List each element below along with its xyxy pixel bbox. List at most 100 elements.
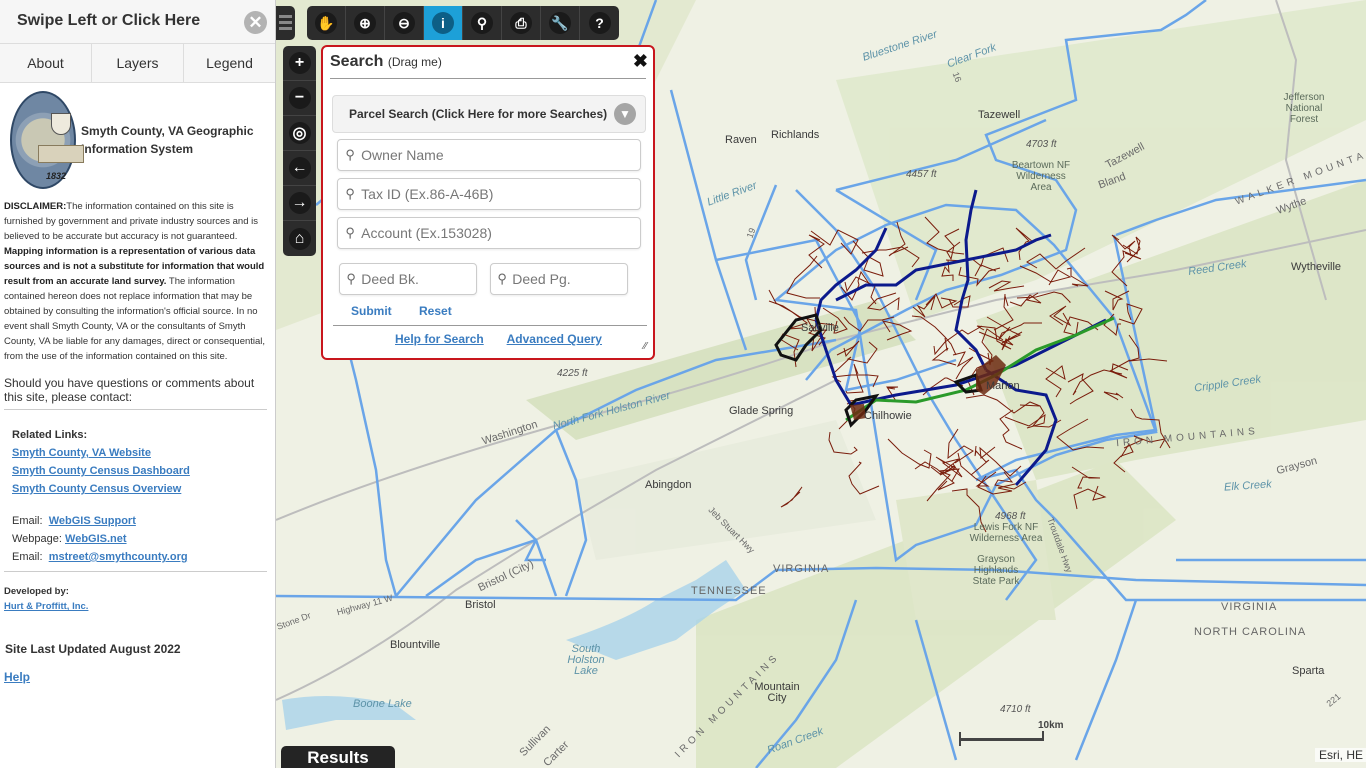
hand-icon: ✋ — [315, 12, 337, 34]
tool-pan-button[interactable]: ✋ — [307, 6, 346, 40]
contact-text: Should you have questions or comments ab… — [4, 376, 255, 404]
road-segment — [887, 438, 932, 469]
search-icon: ⚲ — [471, 12, 493, 34]
map-toolbar: ✋ ⊕ ⊖ i ⚲ ⎙ 🔧? — [307, 6, 619, 40]
link-help[interactable]: Help — [4, 670, 30, 684]
link-census-dashboard[interactable]: Smyth County Census Dashboard — [12, 462, 190, 480]
deed-page-field[interactable]: ⚲ — [490, 263, 628, 295]
scale-km-label: 10km — [1038, 720, 1064, 731]
nav-next-extent-button[interactable]: → — [283, 186, 316, 221]
print-icon: ⎙ — [510, 12, 532, 34]
reset-button[interactable]: Reset — [419, 304, 452, 318]
last-updated: Site Last Updated August 2022 — [5, 642, 181, 656]
search-icon: ⚲ — [346, 271, 356, 286]
divider — [4, 409, 267, 410]
arrow-right-icon: → — [288, 192, 311, 214]
deed-book-field[interactable]: ⚲ — [339, 263, 477, 295]
road-segment — [1122, 236, 1141, 263]
side-panel: Swipe Left or Click Here ✕ About Layers … — [0, 0, 276, 768]
account-input[interactable] — [361, 225, 640, 241]
search-dialog[interactable]: Search (Drag me) ✖ Parcel Search (Click … — [321, 45, 655, 360]
chevron-down-icon[interactable]: ▼ — [614, 103, 636, 125]
account-field[interactable]: ⚲ — [337, 217, 641, 249]
tax-id-input[interactable] — [361, 186, 640, 202]
seal-crest-icon — [51, 113, 71, 135]
tab-layers[interactable]: Layers — [92, 44, 184, 82]
link-county-website[interactable]: Smyth County, VA Website — [12, 444, 151, 462]
about-content: 1832 Smyth County, VA Geographic Informa… — [0, 91, 275, 684]
disclaimer-text-2: The information contained hereon does no… — [4, 276, 266, 362]
scale-bar: 10km — [958, 718, 1064, 758]
org-title: Smyth County, VA Geographic Information … — [81, 124, 254, 156]
hamburger-menu-icon[interactable] — [276, 6, 295, 40]
deed-book-input[interactable] — [361, 271, 476, 287]
wrench-icon: 🔧 — [549, 12, 571, 34]
tool-help-button[interactable]: ? — [580, 6, 619, 40]
developer-info: Developed by: Hurt & Proffitt, Inc. — [4, 584, 271, 614]
tax-id-field[interactable]: ⚲ — [337, 178, 641, 210]
search-icon: ⚲ — [497, 271, 507, 286]
seal-year: 1832 — [46, 171, 67, 181]
advanced-query-link[interactable]: Advanced Query — [507, 332, 602, 346]
tab-legend[interactable]: Legend — [184, 44, 275, 82]
close-icon[interactable]: ✖ — [633, 51, 648, 72]
nav-previous-extent-button[interactable]: ← — [283, 151, 316, 186]
tool-search-button[interactable]: ⚲ — [463, 6, 502, 40]
home-icon: ⌂ — [288, 227, 311, 250]
nav-zoom-out-button[interactable]: − — [283, 81, 316, 116]
search-type-label: Parcel Search (Click Here for more Searc… — [349, 107, 608, 121]
contact-list: Email: WebGIS Support Webpage: WebGIS.ne… — [4, 512, 271, 566]
link-email-mstreet[interactable]: mstreet@smythcounty.org — [49, 548, 188, 566]
zoom-out-icon: ⊖ — [393, 12, 415, 34]
contact-label: Webpage: — [12, 533, 62, 545]
results-tab[interactable]: Results — [281, 746, 395, 768]
link-census-overview[interactable]: Smyth County Census Overview — [12, 480, 181, 498]
arrow-left-icon: ← — [288, 157, 311, 179]
help-icon: ? — [588, 12, 611, 34]
search-drag-hint: (Drag me) — [387, 55, 442, 69]
link-webgis-support[interactable]: WebGIS Support — [49, 512, 136, 530]
contact-label: Email: — [12, 515, 43, 527]
tool-tools-button[interactable]: 🔧 — [541, 6, 580, 40]
nav-locate-button[interactable]: ◎ — [283, 116, 316, 151]
owner-name-field[interactable]: ⚲ — [337, 139, 641, 171]
related-links-label: Related Links: — [12, 429, 88, 441]
nav-full-extent-button[interactable]: ⌂ — [283, 221, 316, 256]
crosshair-icon: ◎ — [288, 122, 311, 144]
deed-page-input[interactable] — [512, 271, 627, 287]
divider — [4, 571, 267, 572]
close-circle-icon[interactable]: ✕ — [244, 11, 267, 34]
resize-grip-icon[interactable]: ⁄⁄ — [644, 341, 647, 352]
search-type-dropdown[interactable]: Parcel Search (Click Here for more Searc… — [332, 95, 646, 133]
tab-about[interactable]: About — [0, 44, 92, 82]
search-icon: ⚲ — [345, 186, 355, 201]
contact-label: Email: — [12, 551, 43, 563]
search-icon: ⚲ — [345, 147, 355, 162]
tool-identify-button[interactable]: i — [424, 6, 463, 40]
basemap-water — [282, 560, 746, 730]
zoom-in-icon: ⊕ — [354, 12, 376, 34]
search-icon: ⚲ — [345, 225, 355, 240]
panel-header-title[interactable]: Swipe Left or Click Here — [17, 12, 200, 30]
search-dialog-header[interactable]: Search (Drag me) — [330, 53, 646, 79]
search-title: Search — [330, 53, 384, 70]
disclaimer-label: DISCLAIMER: — [4, 201, 67, 212]
link-webgis-net[interactable]: WebGIS.net — [65, 530, 127, 548]
submit-button[interactable]: Submit — [351, 304, 392, 318]
map-navigation: + − ◎ ← → ⌂ — [283, 46, 316, 256]
tool-zoom-in-button[interactable]: ⊕ — [346, 6, 385, 40]
panel-tabs: About Layers Legend — [0, 44, 275, 83]
county-seal-logo: 1832 — [10, 91, 84, 189]
tool-print-button[interactable]: ⎙ — [502, 6, 541, 40]
tool-zoom-out-button[interactable]: ⊖ — [385, 6, 424, 40]
nav-zoom-in-button[interactable]: + — [283, 46, 316, 81]
map-attribution: Esri, HE — [1314, 748, 1366, 762]
seal-courthouse-icon — [38, 145, 84, 163]
panel-header[interactable]: Swipe Left or Click Here ✕ — [0, 0, 275, 44]
link-developer[interactable]: Hurt & Proffitt, Inc. — [4, 599, 88, 614]
minus-icon: − — [288, 87, 311, 109]
road-segment — [935, 456, 957, 476]
help-for-search-link[interactable]: Help for Search — [395, 332, 484, 346]
disclaimer: DISCLAIMER:The information contained on … — [4, 199, 271, 364]
owner-name-input[interactable] — [361, 147, 640, 163]
